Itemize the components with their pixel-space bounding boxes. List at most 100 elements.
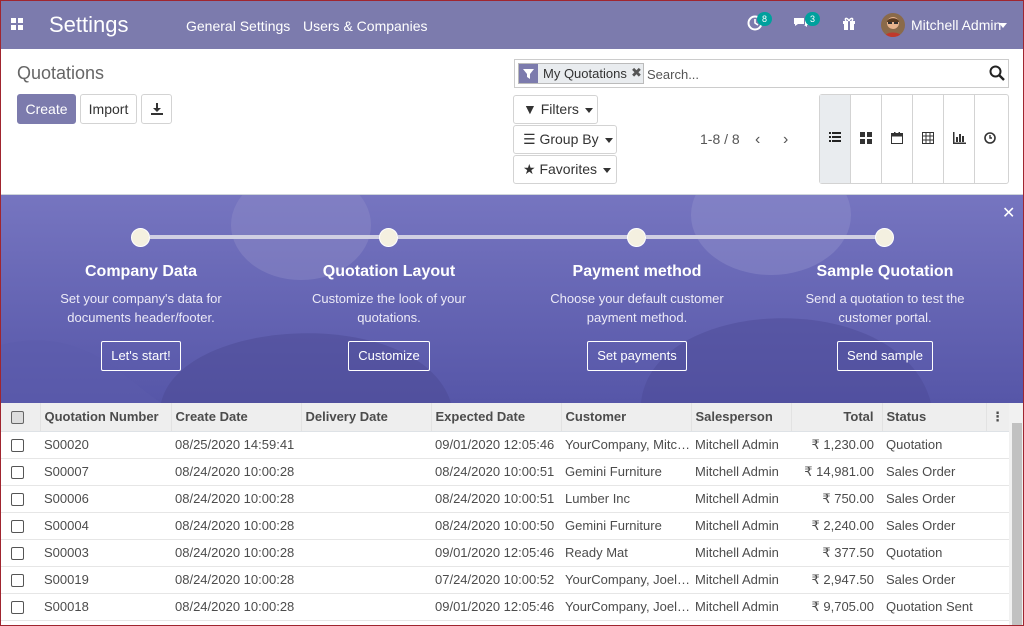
pivot-view-icon[interactable] xyxy=(913,95,944,183)
table-row[interactable]: S00019 08/24/2020 10:00:28 07/24/2020 10:0… xyxy=(1,566,1009,594)
menu-users-companies[interactable]: Users & Companies xyxy=(303,18,428,34)
pager-next-icon[interactable]: › xyxy=(783,131,788,149)
search-input[interactable] xyxy=(647,64,967,84)
create-button[interactable]: Create xyxy=(17,94,76,124)
search-facet[interactable]: My Quotations ✖ xyxy=(518,63,644,84)
activity-clock-icon[interactable]: 8 xyxy=(747,12,772,35)
cell-customer: Gemini Furniture xyxy=(561,458,691,486)
onboarding-banner: ✕ Company Data Set your company's data f… xyxy=(1,195,1023,403)
cell-spacer xyxy=(986,431,1009,459)
favorites-dropdown[interactable]: ★ Favorites xyxy=(513,155,617,184)
cell-number: S00007 xyxy=(40,458,171,486)
download-button[interactable] xyxy=(141,94,172,124)
cell-create-date: 08/24/2020 10:00:28 xyxy=(171,566,301,594)
optional-columns-icon[interactable]: ⋮ xyxy=(986,403,1010,432)
groupby-label: Group By xyxy=(539,131,599,147)
facet-remove-icon[interactable]: ✖ xyxy=(631,65,642,81)
column-salesperson[interactable]: Salesperson xyxy=(691,403,792,432)
customize-button[interactable]: Customize xyxy=(348,341,430,371)
breadcrumb: Quotations xyxy=(17,63,105,83)
row-checkbox[interactable] xyxy=(1,512,40,540)
gift-icon[interactable] xyxy=(841,15,861,35)
send-sample-button[interactable]: Send sample xyxy=(837,341,933,371)
view-switcher xyxy=(819,94,1009,184)
star-icon: ★ xyxy=(523,161,536,177)
user-avatar[interactable] xyxy=(881,13,905,37)
column-expected-date[interactable]: Expected Date xyxy=(431,403,562,432)
search-bar[interactable]: My Quotations ✖ xyxy=(514,59,1009,88)
chevron-down-icon[interactable] xyxy=(999,23,1007,28)
filters-dropdown[interactable]: ▼ Filters xyxy=(513,95,598,124)
row-checkbox[interactable] xyxy=(1,593,40,621)
cell-total: ₹ 377.50 xyxy=(791,539,882,567)
step-title-payment-method: Payment method xyxy=(572,263,702,280)
column-total[interactable]: Total xyxy=(791,403,883,432)
filter-icon xyxy=(519,64,538,83)
cell-expected-date: 08/24/2020 10:00:50 xyxy=(431,512,561,540)
column-quotation-number[interactable]: Quotation Number xyxy=(40,403,172,432)
set-payments-button[interactable]: Set payments xyxy=(587,341,687,371)
list-view-icon[interactable] xyxy=(820,95,851,183)
calendar-view-icon[interactable] xyxy=(882,95,913,183)
messages-icon[interactable]: 3 xyxy=(792,12,820,35)
cell-total: ₹ 9,705.00 xyxy=(791,593,882,621)
cell-status: Quotation xyxy=(882,539,986,567)
cell-salesperson: Mitchell Admin xyxy=(691,431,791,459)
cell-expected-date: 08/24/2020 10:00:51 xyxy=(431,485,561,513)
table-row[interactable]: S00006 08/24/2020 10:00:28 08/24/2020 10:0… xyxy=(1,485,1009,513)
row-checkbox[interactable] xyxy=(1,431,40,459)
table-row[interactable]: S00003 08/24/2020 10:00:28 09/01/2020 12:0… xyxy=(1,539,1009,567)
cell-status: Quotation Sent xyxy=(882,593,986,621)
cell-number: S00004 xyxy=(40,512,171,540)
step-dot xyxy=(379,228,398,247)
import-button[interactable]: Import xyxy=(80,94,137,124)
favorites-label: Favorites xyxy=(539,161,598,177)
menu-general-settings[interactable]: General Settings xyxy=(186,18,290,34)
search-icon[interactable] xyxy=(989,65,1005,81)
cell-expected-date: 09/01/2020 12:05:46 xyxy=(431,539,561,567)
column-create-date[interactable]: Create Date xyxy=(171,403,302,432)
kanban-view-icon[interactable] xyxy=(851,95,882,183)
column-delivery-date[interactable]: Delivery Date xyxy=(301,403,432,432)
select-all-checkbox[interactable] xyxy=(1,403,41,432)
cell-status: Quotation xyxy=(882,431,986,459)
cell-delivery-date xyxy=(301,458,431,486)
column-status[interactable]: Status xyxy=(882,403,987,432)
row-checkbox[interactable] xyxy=(1,539,40,567)
download-icon xyxy=(150,103,163,115)
close-icon[interactable]: ✕ xyxy=(1002,203,1015,223)
cell-spacer xyxy=(986,485,1009,513)
cell-create-date: 08/24/2020 10:00:28 xyxy=(171,485,301,513)
row-checkbox[interactable] xyxy=(1,566,40,594)
graph-view-icon[interactable] xyxy=(944,95,975,183)
cell-salesperson: Mitchell Admin xyxy=(691,539,791,567)
table-row[interactable]: S00018 08/24/2020 10:00:28 09/01/2020 12:0… xyxy=(1,593,1009,621)
cell-customer: YourCompany, Joel Willis xyxy=(561,593,691,621)
cell-total: ₹ 750.00 xyxy=(791,485,882,513)
cell-spacer xyxy=(986,458,1009,486)
row-checkbox[interactable] xyxy=(1,458,40,486)
cell-status: Sales Order xyxy=(882,566,986,594)
cell-customer: Gemini Furniture xyxy=(561,512,691,540)
table-row[interactable]: S00004 08/24/2020 10:00:28 08/24/2020 10:0… xyxy=(1,512,1009,540)
table-row[interactable]: S00007 08/24/2020 10:00:28 08/24/2020 10:0… xyxy=(1,458,1009,486)
pager-previous-icon[interactable]: ‹ xyxy=(755,131,760,149)
app-title: Settings xyxy=(49,12,129,37)
table-row[interactable]: S00020 08/25/2020 14:59:41 09/01/2020 12:0… xyxy=(1,431,1009,459)
activity-view-icon[interactable] xyxy=(975,95,1006,183)
column-customer[interactable]: Customer xyxy=(561,403,692,432)
cell-spacer xyxy=(986,539,1009,567)
groupby-dropdown[interactable]: ☰ Group By xyxy=(513,125,617,154)
apps-menu-icon[interactable] xyxy=(11,18,25,32)
lets-start-button[interactable]: Let's start! xyxy=(101,341,181,371)
scrollbar[interactable] xyxy=(1009,403,1023,625)
step-connector xyxy=(150,235,380,239)
cell-number: S00003 xyxy=(40,539,171,567)
cell-total: ₹ 14,981.00 xyxy=(791,458,882,486)
cell-number: S00006 xyxy=(40,485,171,513)
pager-value[interactable]: 1-8 / 8 xyxy=(700,131,740,147)
user-menu[interactable]: Mitchell Admin xyxy=(911,17,1001,33)
cell-create-date: 08/24/2020 10:00:28 xyxy=(171,539,301,567)
filters-label: Filters xyxy=(540,101,579,117)
row-checkbox[interactable] xyxy=(1,485,40,513)
